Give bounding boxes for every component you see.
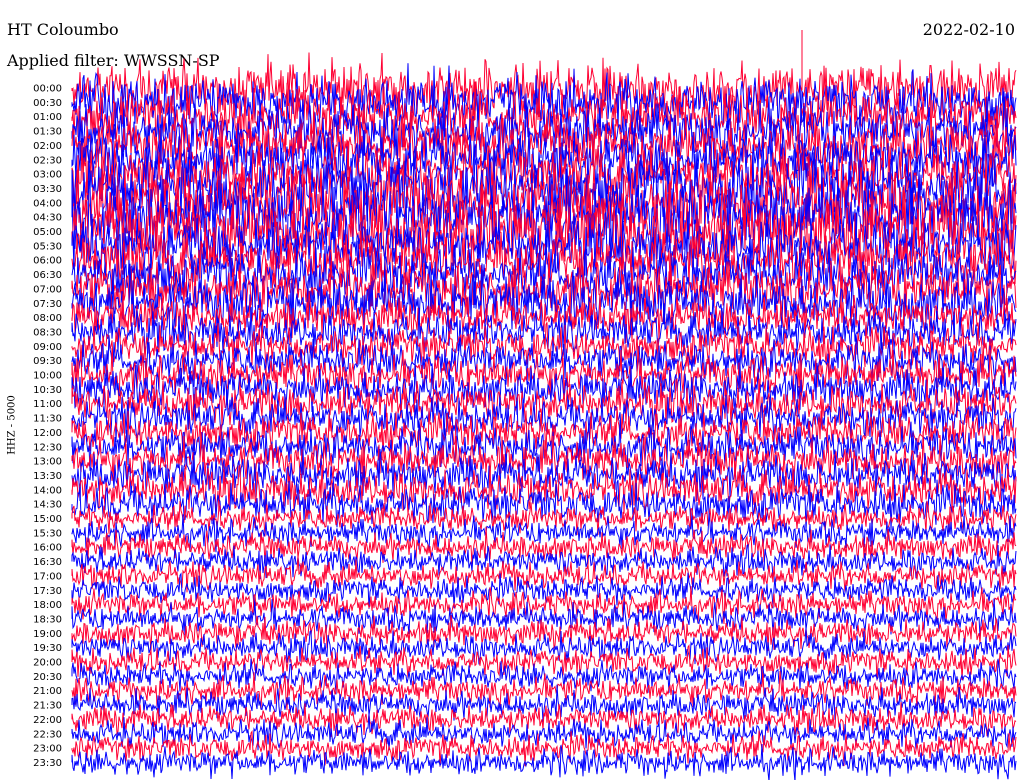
row-time-label: 10:30 [33,385,62,396]
row-time-label: 00:00 [33,84,62,95]
row-time-label: 14:30 [33,500,62,511]
row-time-label: 19:00 [33,629,62,640]
row-time-label: 01:00 [33,112,62,123]
row-time-label: 04:30 [33,213,62,224]
row-time-label: 14:00 [33,485,62,496]
row-time-label: 05:30 [33,241,62,252]
row-time-label: 23:00 [33,744,62,755]
row-time-label: 01:30 [33,127,62,138]
row-time-label: 17:30 [33,586,62,597]
row-time-label: 16:30 [33,557,62,568]
trace-row-2330 [71,743,1017,780]
row-time-label: 08:30 [33,327,62,338]
row-time-label: 11:00 [33,399,62,410]
row-time-label: 09:00 [33,342,62,353]
row-time-label: 06:30 [33,270,62,281]
row-time-label: 20:00 [33,658,62,669]
row-time-label: 15:30 [33,528,62,539]
row-time-label: 16:00 [33,543,62,554]
row-time-label: 03:00 [33,170,62,181]
row-time-label: 22:30 [33,729,62,740]
row-time-label: 04:00 [33,198,62,209]
row-time-label: 15:00 [33,514,62,525]
row-time-label: 06:00 [33,256,62,267]
row-time-label: 13:30 [33,471,62,482]
row-time-label: 19:30 [33,643,62,654]
row-time-label: 03:30 [33,184,62,195]
row-time-label: 21:30 [33,701,62,712]
row-time-label: 07:00 [33,284,62,295]
row-time-label: 18:00 [33,600,62,611]
row-time-label: 13:00 [33,457,62,468]
row-time-label: 08:00 [33,313,62,324]
row-time-label: 07:30 [33,299,62,310]
row-time-label: 22:00 [33,715,62,726]
row-time-label: 12:00 [33,428,62,439]
row-time-label: 11:30 [33,414,62,425]
row-time-label: 18:30 [33,614,62,625]
row-time-label: 20:30 [33,672,62,683]
row-time-label: 02:00 [33,141,62,152]
row-time-label: 23:30 [33,758,62,769]
row-time-label: 17:00 [33,571,62,582]
row-time-label: 10:00 [33,371,62,382]
row-time-label: 12:30 [33,442,62,453]
helicorder-plot: 00:00 00:30 01:00 01:30 02:00 02:30 03:00 03:30… [33,30,1017,780]
tick-label-group: 00:00 00:30 01:00 01:30 02:00 02:30 03:00 03:30… [33,84,62,769]
row-time-label: 21:00 [33,686,62,697]
row-time-label: 02:30 [33,155,62,166]
row-time-label: 00:30 [33,98,62,109]
trace-group [71,30,1017,780]
row-time-label: 09:30 [33,356,62,367]
row-time-label: 05:00 [33,227,62,238]
